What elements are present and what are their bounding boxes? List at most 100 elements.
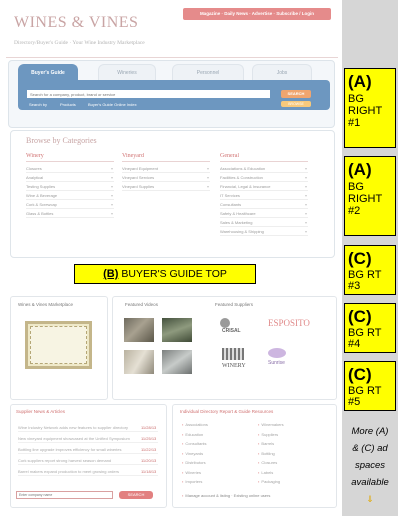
supplier-logo[interactable]: WINERY (222, 363, 246, 369)
news-date: 11/28/13 (141, 425, 157, 430)
news-item[interactable]: Cork suppliers report strong harvest sea… (18, 457, 158, 465)
search-button[interactable]: SEARCH (281, 90, 311, 98)
category-item[interactable]: Consultants ▾ (220, 201, 308, 209)
category-item[interactable]: Glass & Bottles ▾ (26, 210, 114, 218)
category-item-label: Testing Supplies (26, 184, 56, 189)
news-search-input[interactable] (16, 491, 113, 499)
resource-link[interactable]: Barrels (258, 441, 274, 446)
category-item[interactable]: Wine & Beverage ▾ (26, 192, 114, 200)
category-item-label: Safety & Healthcare (220, 211, 256, 216)
category-heading-winery: Winery (26, 153, 44, 159)
chevron-down-icon: ▾ (206, 184, 209, 189)
category-item[interactable]: Facilities & Construction ▾ (220, 174, 308, 182)
resource-link[interactable]: Winemakers (258, 422, 283, 427)
ad-slot-c-bg-rt-3: (C) BG RT #3 (344, 245, 396, 295)
resource-link[interactable]: Consultants (182, 441, 206, 446)
resource-link[interactable]: Education (182, 432, 203, 437)
news-date: 11/20/13 (141, 458, 157, 463)
resource-link[interactable]: Vineyards (182, 451, 203, 456)
category-item[interactable]: Sales & Marketing ▾ (220, 219, 308, 227)
chevron-down-icon: ▾ (304, 184, 307, 189)
category-item[interactable]: IT Services ▾ (220, 192, 308, 200)
ad-slot-line: BG (348, 181, 364, 193)
category-item[interactable]: Vineyard Equipment ▾ (122, 165, 210, 173)
news-date: 11/25/13 (141, 436, 157, 441)
supplier-emblem (268, 348, 286, 358)
resources-footer-link[interactable]: Manage account & listing · Existing onli… (182, 493, 270, 498)
chevron-down-icon: ▾ (110, 211, 113, 216)
search-sublink[interactable]: Products (60, 102, 76, 107)
resource-link[interactable]: Distributors (182, 460, 205, 465)
category-item[interactable]: Vineyard Supplies ▾ (122, 183, 210, 191)
ad-slot-letter: (C) (348, 365, 372, 384)
news-item[interactable]: Barrel makers expand production to meet … (18, 468, 158, 476)
category-item[interactable]: Analytical ▾ (26, 174, 114, 182)
video-thumbnail[interactable] (124, 350, 154, 374)
video-thumbnail[interactable] (124, 318, 154, 342)
supplier-logo[interactable]: CRISAL (222, 328, 241, 334)
categories-title: Browse by Categories (26, 136, 97, 145)
category-item[interactable]: Warehousing & Shipping ▾ (220, 228, 308, 236)
tab-personnel[interactable]: Personnel (172, 64, 244, 80)
more-note-line: More (A) (351, 426, 389, 437)
resource-link[interactable]: Associations (182, 422, 207, 427)
category-item-label: Vineyard Services (122, 175, 155, 180)
news-search-button[interactable]: SEARCH (119, 491, 153, 499)
ad-slot-line: RIGHT (348, 193, 383, 205)
browse-button[interactable]: BROWSE (281, 101, 311, 107)
news-item[interactable]: Bottling line upgrade improves efficienc… (18, 446, 158, 454)
category-item[interactable]: Testing Supplies ▾ (26, 183, 114, 191)
ad-slot-c-bg-rt-4: (C) BG RT #4 (344, 303, 396, 353)
search-sublink[interactable]: Buyer's Guide Online Index (88, 102, 137, 107)
ad-slot-a-bg-right-1: (A) BG RIGHT #1 (344, 68, 396, 148)
category-item-label: Warehousing & Shipping (220, 229, 264, 234)
resource-link[interactable]: Wineries (182, 470, 201, 475)
search-input[interactable] (27, 90, 270, 98)
chevron-down-icon: ▾ (304, 202, 307, 207)
ad-slot-label: BUYER'S GUIDE TOP (121, 268, 227, 280)
site-logo[interactable]: WINES & VINES (14, 14, 138, 32)
category-item[interactable]: Financial, Legal & Insurance ▾ (220, 183, 308, 191)
resource-link[interactable]: Labels (258, 470, 273, 475)
tab-jobs[interactable]: Jobs (252, 64, 312, 80)
marketplace-image[interactable] (30, 326, 87, 364)
supplier-logo[interactable]: ESPOSITO (268, 318, 310, 328)
news-item[interactable]: New vineyard equipment showcased at the … (18, 435, 158, 443)
category-item[interactable]: Closures ▾ (26, 165, 114, 173)
category-item-label: Associations & Education (220, 166, 266, 171)
video-thumbnail[interactable] (162, 318, 192, 342)
resource-link[interactable]: Importers (182, 479, 202, 484)
category-item[interactable]: Associations & Education ▾ (220, 165, 308, 173)
resources-title: Individual Directory Report & Guide Reso… (180, 409, 274, 414)
ad-slot-a-bg-right-2: (A) BG RIGHT #2 (344, 156, 396, 236)
top-links-button[interactable]: Magazine · Daily News · Advertise · Subs… (183, 8, 331, 20)
video-thumbnail[interactable] (162, 350, 192, 374)
category-item-label: IT Services (220, 193, 240, 198)
category-item[interactable]: Cork & Screwcap ▾ (26, 201, 114, 209)
chevron-down-icon: ▾ (110, 202, 113, 207)
chevron-down-icon: ▾ (304, 211, 307, 216)
category-item[interactable]: Safety & Healthcare ▾ (220, 210, 308, 218)
resource-link[interactable]: Closures (258, 460, 277, 465)
chevron-down-icon: ▾ (110, 175, 113, 180)
category-item-label: Vineyard Equipment (122, 166, 158, 171)
chevron-down-icon: ▾ (304, 229, 307, 234)
ad-slot-line: #4 (348, 338, 361, 350)
chevron-down-icon: ▾ (206, 166, 209, 171)
tab-wineries[interactable]: Wineries (98, 64, 156, 80)
resource-link[interactable]: Suppliers (258, 432, 278, 437)
marketplace-title: Wines & Vines Marketplace (18, 302, 73, 307)
news-item[interactable]: Wine Industry Network adds new features … (18, 424, 158, 432)
category-item[interactable]: Vineyard Services ▾ (122, 174, 210, 182)
chevron-down-icon: ▾ (304, 193, 307, 198)
resource-link[interactable]: Packaging (258, 479, 280, 484)
ad-slot-buyers-guide-top: (B) BUYER'S GUIDE TOP (74, 264, 256, 284)
resource-link[interactable]: Bottling (258, 451, 274, 456)
more-note-line: & (C) ad (352, 443, 388, 454)
category-heading-vineyard: Vineyard (122, 153, 144, 159)
news-date: 11/18/13 (141, 469, 157, 474)
tab-buyers-guide[interactable]: Buyer's Guide (18, 64, 78, 80)
ad-slot-letter: (B) (103, 268, 119, 280)
search-sublink[interactable]: Search by (29, 102, 47, 107)
supplier-logo[interactable]: Sunrise (268, 360, 285, 366)
